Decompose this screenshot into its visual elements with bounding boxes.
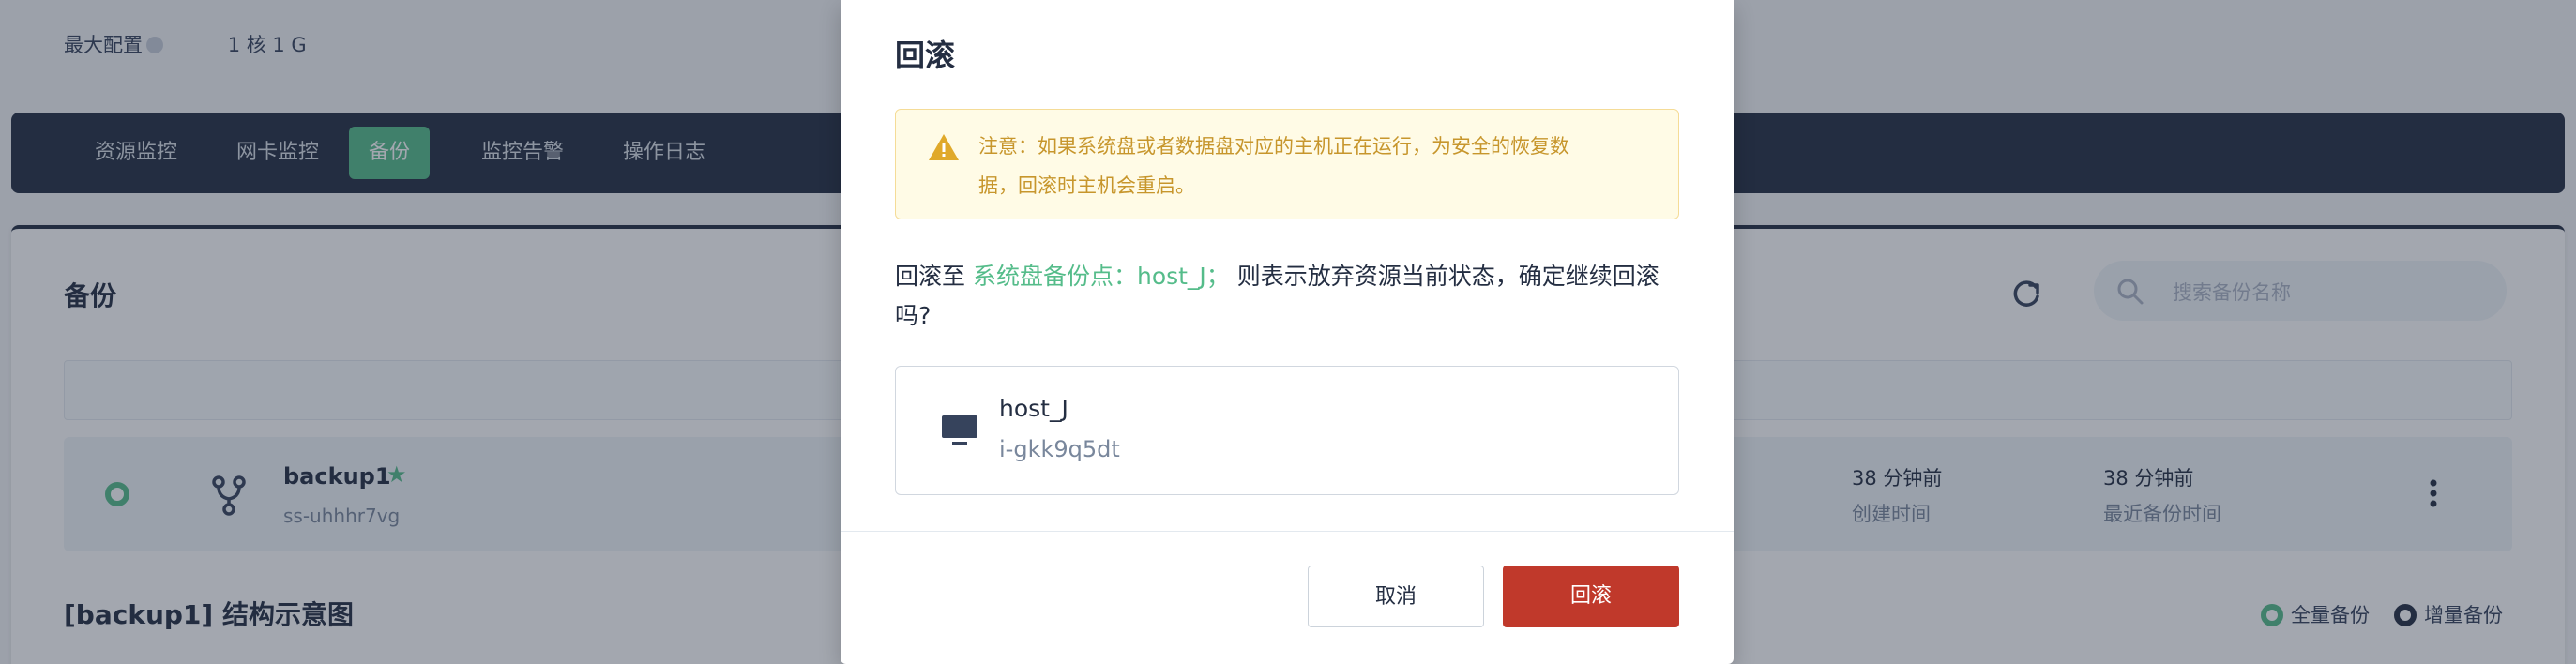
- monitor-icon: [942, 415, 977, 445]
- modal-title: 回滚: [895, 38, 956, 73]
- warning-alert: 注意：如果系统盘或者数据盘对应的主机正在运行，为安全的恢复数据，回滚时主机会重启…: [895, 109, 1679, 219]
- cancel-button[interactable]: 取消: [1308, 566, 1484, 627]
- confirm-prefix: 回滚至: [895, 263, 966, 290]
- rollback-button[interactable]: 回滚: [1503, 566, 1679, 627]
- confirm-message: 回滚至 系统盘备份点：host_J； 则表示放弃资源当前状态，确定继续回滚吗?: [895, 257, 1679, 336]
- warning-icon: [929, 134, 959, 160]
- host-name: host_J: [999, 395, 1068, 422]
- warning-text: 注意：如果系统盘或者数据盘对应的主机正在运行，为安全的恢复数据，回滚时主机会重启…: [978, 135, 1569, 197]
- backup-point-highlight: 系统盘备份点：host_J；: [972, 263, 1230, 290]
- host-id: i-gkk9q5dt: [999, 436, 1120, 462]
- host-card: host_J i-gkk9q5dt: [895, 366, 1679, 495]
- footer-divider: [841, 531, 1734, 532]
- rollback-modal: 回滚 注意：如果系统盘或者数据盘对应的主机正在运行，为安全的恢复数据，回滚时主机…: [841, 0, 1734, 664]
